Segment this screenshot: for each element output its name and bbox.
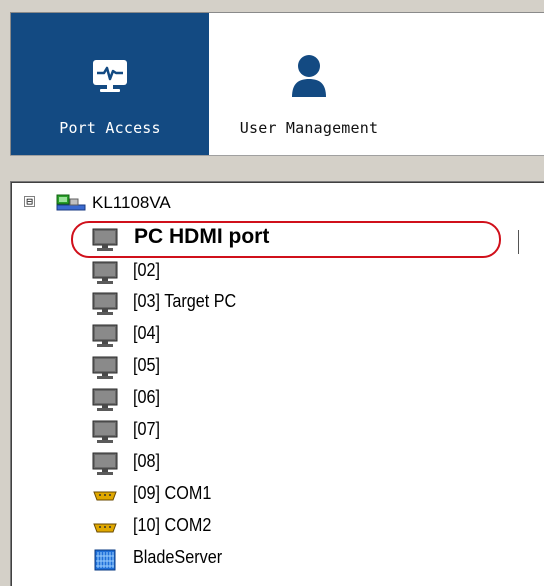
tree-item-port-07[interactable]: [07]: [91, 418, 531, 444]
monitor-icon: [91, 356, 119, 384]
tree-item-com2[interactable]: [10] COM2: [91, 514, 531, 540]
user-management-button[interactable]: User Management: [209, 13, 409, 156]
tree-item-label: [08]: [133, 451, 161, 471]
tree-item-port-03[interactable]: [03] Target PC: [91, 290, 531, 316]
toolbar-divider: [10, 155, 544, 156]
serial-port-icon: [91, 484, 119, 512]
tree-item-label: [03] Target PC: [133, 291, 237, 311]
monitor-icon: [91, 261, 119, 289]
tree-item-bladeserver[interactable]: BladeServer: [91, 546, 531, 572]
monitor-pulse-icon: [90, 58, 130, 100]
tree-item-label: [07]: [133, 419, 161, 439]
tree-item-label: [05]: [133, 355, 161, 375]
tree-item-port-04[interactable]: [04]: [91, 322, 531, 348]
tree-item-port-05[interactable]: [05]: [91, 354, 531, 380]
port-access-label: Port Access: [59, 119, 161, 137]
monitor-icon: [91, 228, 119, 256]
tree-root-label: KL1108VA: [92, 193, 171, 212]
tree-item-label: [10] COM2: [133, 515, 212, 535]
tree-item-label: [04]: [133, 323, 161, 343]
monitor-icon: [91, 420, 119, 448]
serial-port-icon: [91, 516, 119, 544]
blade-server-icon: [91, 548, 119, 576]
monitor-icon: [91, 452, 119, 480]
tree-item-label: PC HDMI port: [134, 225, 270, 248]
monitor-icon: [91, 388, 119, 416]
user-management-label: User Management: [239, 119, 379, 137]
tree-item-port-08[interactable]: [08]: [91, 450, 531, 476]
monitor-icon: [91, 324, 119, 352]
tree-item-port-02[interactable]: [02]: [91, 259, 531, 285]
tree-item-port-06[interactable]: [06]: [91, 386, 531, 412]
text-caret: [518, 230, 519, 254]
tree-item-label: BladeServer: [133, 547, 223, 567]
network-device-icon: [56, 194, 86, 216]
tree-item-port-01[interactable]: PC HDMI port: [91, 225, 531, 252]
top-toolbar: Port Access User Management: [10, 12, 544, 156]
port-tree: ⊟ KL1108VA PC HDMI port [02] [03] Target…: [10, 181, 544, 586]
user-icon: [289, 53, 329, 103]
collapse-toggle[interactable]: ⊟: [24, 196, 35, 207]
tree-item-label: [09] COM1: [133, 483, 212, 503]
monitor-icon: [91, 292, 119, 320]
tree-item-label: [02]: [133, 260, 161, 280]
tree-item-com1[interactable]: [09] COM1: [91, 482, 531, 508]
tree-item-label: [06]: [133, 387, 161, 407]
port-access-button[interactable]: Port Access: [11, 13, 209, 156]
